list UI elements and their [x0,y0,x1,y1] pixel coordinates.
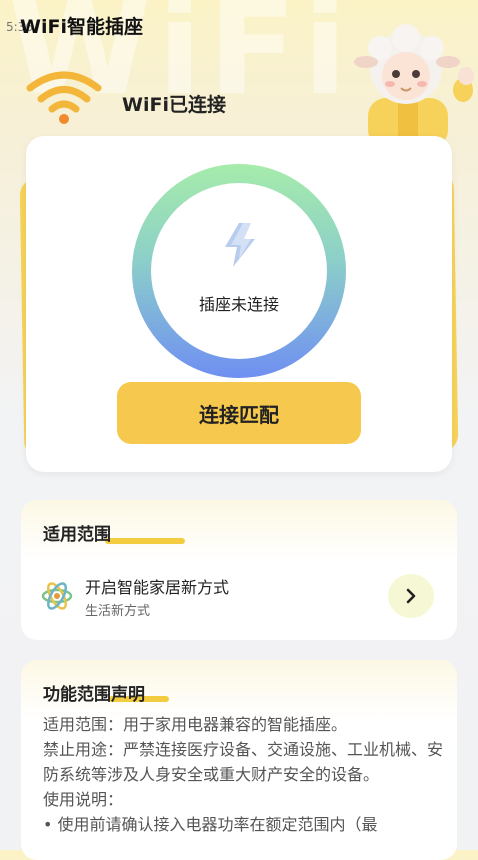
chevron-right-icon [406,588,416,604]
scope-title: 适用范围 [43,525,111,545]
scope-item-title: 开启智能家居新方式 [85,578,230,597]
wifi-icon [26,71,102,124]
device-status-card: 插座未连接 连接匹配 [26,136,452,472]
scope-item-subtitle: 生活新方式 [85,604,151,619]
declaration-line: • 使用前请确认接入电器功率在额定范围内（最 [43,815,378,834]
page-title: WiFi智能插座 [20,16,143,38]
ring-inner: 插座未连接 [151,183,327,359]
declaration-title: 功能范围声明 [43,685,145,705]
scope-card: 适用范围 开启智能家居新方式 生活新方式 [21,500,457,640]
connection-status-ring: 插座未连接 [132,164,346,378]
declaration-line: 禁止用途：严禁连接医疗设备、交通设施、工业机械、安防系统等涉及人身安全或重大财产… [43,740,444,784]
declaration-line: 使用说明： [43,790,124,809]
sheep-mascot-illustration [354,24,474,146]
atom-icon [41,582,73,610]
connect-match-button[interactable]: 连接匹配 [117,382,361,444]
declaration-card: 功能范围声明 适用范围：用于家用电器兼容的智能插座。 禁止用途：严禁连接医疗设备… [21,660,457,860]
lightning-bolt-icon [225,223,255,267]
socket-status-text: 插座未连接 [198,295,279,314]
title-underline-decoration [105,538,185,544]
declaration-body: 适用范围：用于家用电器兼容的智能插座。 禁止用途：严禁连接医疗设备、交通设施、工… [43,712,443,837]
scope-arrow-button[interactable] [388,574,434,618]
declaration-line: 适用范围：用于家用电器兼容的智能插座。 [43,715,348,734]
wifi-status-text: WiFi已连接 [122,94,226,116]
